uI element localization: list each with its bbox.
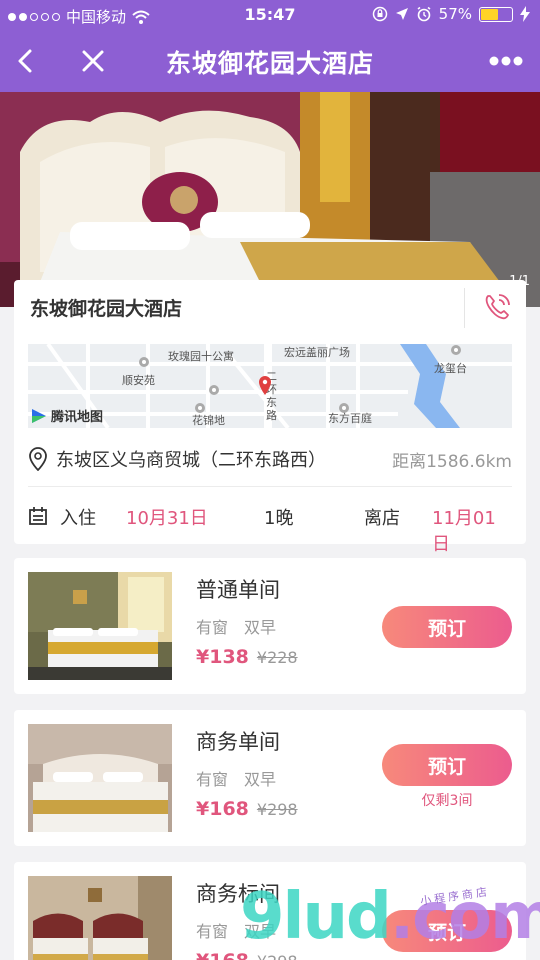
room-tag: 有窗 [196,618,229,637]
checkin-label: 入住 [60,508,96,529]
map-logo-text: 腾讯地图 [51,410,104,425]
original-price: ¥298 [256,800,298,819]
book-button[interactable]: 预订 [382,744,512,786]
book-button[interactable]: 预订 [382,606,512,648]
divider [28,486,512,487]
room-photo [28,572,172,680]
rooms-remaining: 仅剩3间 [421,793,473,809]
current-price: ¥168 [196,798,249,820]
more-dots-icon [489,56,523,66]
rotation-lock-icon [372,6,387,22]
battery-percent: 57% [438,5,472,23]
distance-label: 距离1586.6km [392,452,512,472]
tencent-map-logo-icon [32,408,46,423]
calendar-icon [29,507,47,525]
checkin-date[interactable]: 10月31日 [126,504,208,530]
room-photo [28,876,172,960]
room-tag: 双早 [244,770,277,789]
charging-icon [520,6,530,22]
map-label: 顺安苑 [122,374,155,387]
address-row[interactable]: 东坡区义乌商贸城（二环东路西） 距离1586.6km [28,444,512,474]
location-pin-icon [29,447,47,471]
current-price: ¥138 [196,646,249,668]
map-label: 花锦地 [192,414,225,427]
battery-level [481,8,499,20]
map-label: 龙玺台 [434,362,467,375]
battery-icon [479,6,513,22]
room-price: ¥138 ¥228 [196,646,298,668]
page-title: 东坡御花园大酒店 [165,49,374,78]
checkout-date[interactable]: 11月01日 [432,504,512,556]
divider [464,288,465,328]
bedroom-photo [0,92,540,307]
original-price: ¥228 [256,648,298,667]
map-logo: 腾讯地图 [30,406,103,425]
room-name: 商务单间 [196,730,280,754]
hotel-info-card: 东坡御花园大酒店 玫瑰园十公寓 宏远盖丽广场 龙玺台 顺安苑 花锦地 东方百庭 … [14,280,526,555]
room-photo [28,724,172,832]
nights-count: 1晚 [264,508,294,529]
room-tags: 有窗 双早 [196,766,276,790]
room-tag: 有窗 [196,770,229,789]
alarm-icon [417,6,431,22]
room-name: 普通单间 [196,578,280,602]
map-label: 宏远盖丽广场 [284,346,350,359]
status-right: 57% [372,5,530,23]
location-icon [395,8,408,20]
call-button[interactable] [480,290,514,324]
status-bar: 中国移动 15:47 57% [0,0,540,30]
room-price: ¥168 ¥298 [196,798,298,820]
stay-dates-row[interactable]: 入住 10月31日 1晚 离店 11月01日 [28,502,512,555]
hotel-name: 东坡御花园大酒店 [30,298,183,320]
hotel-hero-image[interactable]: 1/1 [0,92,540,307]
phone-icon [485,294,510,320]
room-tag: 有窗 [196,922,229,941]
more-button[interactable] [486,44,526,78]
room-tag: 双早 [244,618,277,637]
watermark: 9lud.com [240,880,540,954]
map-label: 东方百庭 [328,412,372,425]
location-map[interactable]: 玫瑰园十公寓 宏远盖丽广场 龙玺台 顺安苑 花锦地 东方百庭 二环东路 腾讯地图 [28,344,512,428]
room-card[interactable]: 商务单间 有窗 双早 ¥168 ¥298 预订 仅剩3间 [14,710,526,846]
checkout-label: 离店 [364,508,400,529]
watermark-text: 9lud [240,880,392,954]
room-card[interactable]: 普通单间 有窗 双早 ¥138 ¥228 预订 [14,558,526,694]
map-pin-icon [259,376,271,395]
nav-bar: 东坡御花园大酒店 [0,30,540,92]
hotel-address: 东坡区义乌商贸城（二环东路西） [56,450,326,471]
room-tags: 有窗 双早 [196,614,276,638]
map-label: 玫瑰园十公寓 [168,350,234,363]
